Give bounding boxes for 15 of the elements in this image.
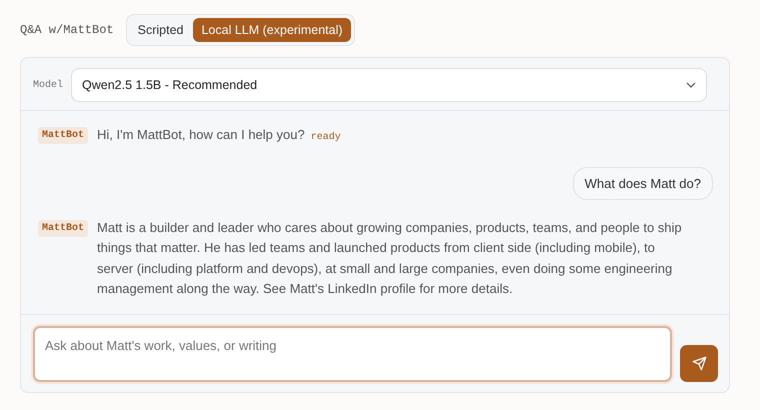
model-label: Model [33, 80, 64, 90]
mode-tab[interactable]: Scripted [130, 18, 192, 42]
chat-title: Q&A w/MattBot [20, 23, 114, 37]
chevron-icon [686, 82, 696, 88]
question-field[interactable]: Ask about Matt's work, values, or writing [33, 326, 672, 382]
send-button[interactable] [680, 345, 718, 382]
model-select[interactable]: Qwen2.5 1.5B - Recommended [71, 68, 707, 102]
sender-tag: MattBot [38, 220, 88, 236]
sender-tag: MattBot [38, 127, 88, 144]
bot-message: Hi, I'm MattBot, how can I help you? ready [97, 126, 341, 145]
send-icon [692, 356, 706, 371]
user-message: What does Matt do? [572, 166, 713, 200]
bot-message: Matt is a builder and leader who cares about growing companies, products, teams, and people to ship things that matter. He has led teams and launched products from client side (including mobile), to server (including platform and devops), at small and large companies, even doing some engineering management along the way. See Matt's LinkedIn profile for more details. [97, 218, 682, 298]
status-label: ready [310, 132, 341, 143]
mode-tab[interactable]: Local LLM (experimental) [193, 18, 351, 42]
